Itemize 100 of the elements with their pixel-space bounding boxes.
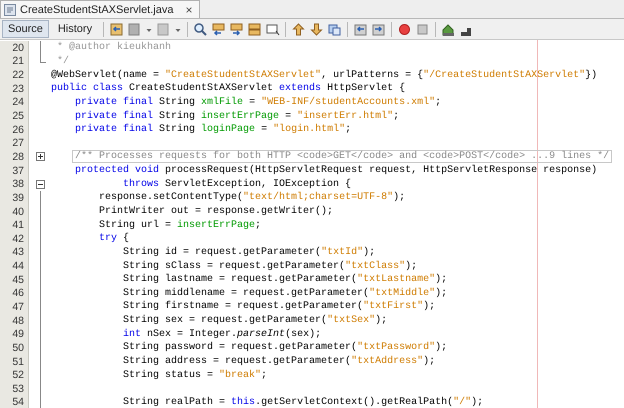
shift-left-icon[interactable] — [353, 22, 368, 36]
line-number: 25 — [0, 109, 29, 123]
line-number: 47 — [0, 300, 29, 314]
string-literal: "WEB-INF/studentAccounts.xml" — [261, 96, 436, 108]
field-name: xmlFile — [201, 96, 244, 108]
code-text: (sex); — [285, 328, 322, 340]
code-text: , urlPatterns = { — [321, 70, 424, 81]
line-number: 20 — [0, 41, 29, 55]
line-number: 22 — [0, 68, 29, 82]
java-file-icon — [4, 4, 16, 16]
string-literal: "insertErr.html" — [297, 110, 394, 122]
keyword: public class — [51, 83, 124, 94]
bookmark-up-icon[interactable] — [291, 22, 306, 36]
keyword: protected void — [75, 165, 160, 176]
code-text: String id = request.getParameter( — [123, 246, 322, 258]
method-name: parseInt — [237, 328, 286, 340]
line-number: 44 — [0, 259, 29, 273]
comment-text: * @author kieukhanh — [57, 42, 172, 54]
code-text: String — [158, 96, 196, 108]
house-icon[interactable] — [441, 22, 456, 36]
string-literal: "txtAddress" — [351, 356, 424, 368]
keyword: throws — [123, 178, 160, 190]
string-literal: "txtClass" — [345, 260, 406, 272]
view-tab[interactable]: History — [52, 20, 98, 38]
string-literal: "txtLastname" — [357, 274, 436, 286]
code-text: String url = — [99, 220, 172, 231]
code-text: String address = request.getParameter( — [123, 356, 352, 368]
line-number: 52 — [0, 368, 29, 382]
code-text: String — [158, 110, 196, 122]
record-icon[interactable] — [397, 22, 412, 36]
keyword: try — [99, 233, 118, 244]
line-number: 38 — [0, 177, 29, 192]
field-name: insertErrPage — [177, 220, 256, 231]
string-literal: "txtMiddle" — [369, 288, 436, 299]
search-icon[interactable] — [193, 22, 208, 36]
code-text: ); — [423, 356, 436, 368]
field-name: insertErrPage — [201, 110, 280, 122]
code-text: CreateStudentStAXServlet — [128, 83, 274, 94]
line-number: 24 — [0, 96, 29, 110]
bookmark-toggle-icon[interactable] — [327, 22, 342, 36]
keyword: private final — [75, 110, 154, 122]
highlight-icon[interactable] — [247, 22, 262, 36]
view-tab[interactable]: Source — [2, 20, 49, 38]
code-text: String middlename = request.getParameter( — [123, 288, 370, 299]
file-tab-title: CreateStudentStAXServlet.java — [20, 4, 174, 16]
line-number: 46 — [0, 286, 29, 300]
code-text: String lastname = request.getParameter( — [123, 274, 358, 286]
shift-right-icon[interactable] — [371, 22, 386, 36]
code-text: ); — [393, 192, 406, 204]
code-text: String sex = request.getParameter( — [123, 315, 328, 326]
code-text: ); — [423, 301, 436, 312]
string-literal: "break" — [219, 370, 262, 381]
next-icon[interactable] — [229, 22, 244, 36]
expand-icon[interactable] — [36, 152, 44, 162]
string-literal: "CreateStudentStAXServlet" — [165, 70, 322, 81]
code-text: ; — [255, 220, 262, 231]
code-text: @WebServlet(name = — [51, 70, 160, 81]
file-tab[interactable]: CreateStudentStAXServlet.java × — [0, 0, 200, 18]
select-icon[interactable] — [265, 22, 280, 36]
code-text: processRequest(HttpServletRequest request, HttpServletResponse response) — [164, 165, 598, 176]
string-literal: "/" — [453, 396, 472, 408]
code-text: String status = — [123, 370, 214, 381]
code-text: ); — [405, 260, 418, 272]
line-number: 26 — [0, 122, 29, 136]
code-text: = — [260, 124, 268, 136]
collapse-icon[interactable] — [36, 180, 44, 189]
code-text: ServletException, IOException { — [164, 178, 352, 190]
line-number: 39 — [0, 191, 29, 205]
stop-icon[interactable] — [415, 22, 430, 36]
code-text: = — [284, 110, 292, 122]
code-text: ); — [435, 342, 448, 354]
line-number: 37 — [0, 164, 29, 178]
previous-icon[interactable] — [211, 22, 226, 36]
code-text: HttpServlet { — [326, 83, 406, 94]
line-number: 28 — [0, 150, 29, 164]
bookmark-down-icon[interactable] — [309, 22, 324, 36]
code-text: ); — [363, 246, 376, 258]
keyword: private final — [75, 96, 154, 108]
line-number: 41 — [0, 218, 29, 232]
keyword: int — [123, 328, 142, 340]
line-number: 54 — [0, 396, 29, 408]
line-number: 50 — [0, 341, 29, 355]
line-number: 49 — [0, 327, 29, 342]
keyword: this — [231, 396, 256, 408]
code-text: .getServletContext().getRealPath( — [255, 396, 454, 408]
code-text: ; — [435, 96, 442, 108]
field-name: loginPage — [201, 124, 256, 136]
code-text: String password = request.getParameter( — [123, 342, 358, 354]
code-text: String — [158, 124, 196, 136]
close-icon[interactable]: × — [185, 2, 192, 16]
line-number: 45 — [0, 272, 29, 287]
string-literal: "text/html;charset=UTF-8" — [243, 192, 394, 204]
line-number: 43 — [0, 246, 29, 260]
string-literal: "/CreateStudentStAXServlet" — [423, 70, 586, 81]
page-icon[interactable] — [127, 22, 142, 36]
string-literal: "txtSex" — [327, 315, 376, 326]
code-text: ; — [261, 370, 268, 381]
code-text: PrintWriter out = response.getWriter(); — [99, 206, 334, 217]
back-icon[interactable] — [109, 22, 124, 36]
comment-text: */ — [57, 56, 70, 67]
